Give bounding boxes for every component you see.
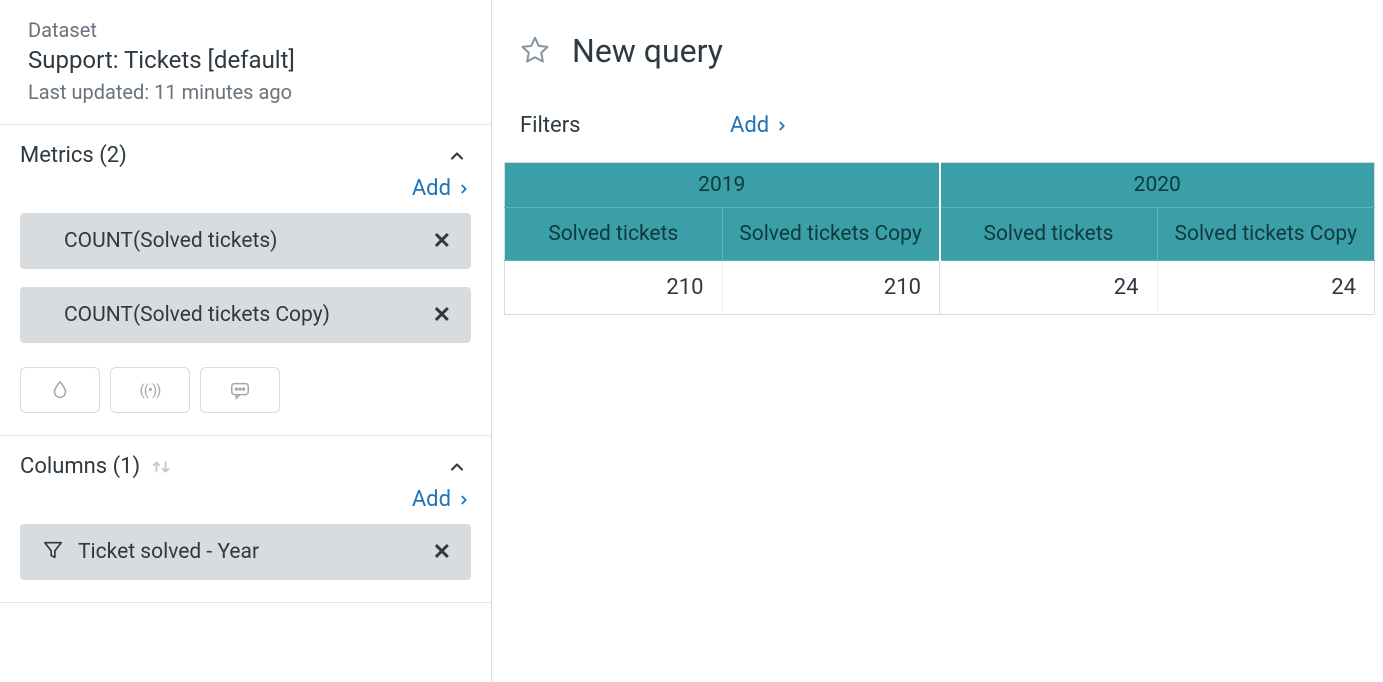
- comment-button[interactable]: [200, 367, 280, 413]
- query-title[interactable]: New query: [572, 32, 723, 70]
- chevron-right-icon: [457, 182, 471, 196]
- funnel-icon: [42, 539, 64, 565]
- comment-icon: [229, 379, 251, 401]
- column-chip[interactable]: Ticket solved - Year ✕: [20, 524, 471, 580]
- metrics-collapse-toggle[interactable]: [443, 146, 471, 166]
- metric-chip[interactable]: COUNT(Solved tickets Copy) ✕: [20, 287, 471, 343]
- close-icon[interactable]: ✕: [433, 540, 451, 565]
- table-row: 210 210 24 24: [505, 261, 1375, 315]
- chevron-right-icon: [775, 119, 789, 133]
- dataset-label: Dataset: [28, 18, 467, 42]
- table-cell: 24: [1157, 261, 1375, 315]
- droplet-icon: [49, 379, 71, 401]
- table-cell: 210: [722, 261, 940, 315]
- column-chip-label: Ticket solved - Year: [78, 540, 259, 564]
- columns-collapse-toggle[interactable]: [443, 457, 471, 477]
- chevron-right-icon: [457, 493, 471, 507]
- swap-icon[interactable]: [150, 456, 172, 478]
- metric-chip-label: COUNT(Solved tickets Copy): [42, 303, 330, 327]
- add-label: Add: [412, 487, 451, 512]
- results-table: 2019 2020 Solved tickets Solved tickets …: [504, 162, 1375, 315]
- add-label: Add: [412, 176, 451, 201]
- close-icon[interactable]: ✕: [433, 303, 451, 328]
- table-sub-header: Solved tickets: [940, 208, 1158, 261]
- filters-label: Filters: [520, 113, 730, 138]
- droplet-button[interactable]: [20, 367, 100, 413]
- metrics-title: Metrics (2): [20, 143, 127, 168]
- columns-section: Columns (1) Add: [0, 436, 491, 603]
- table-year-header: 2020: [940, 163, 1375, 208]
- table-year-header: 2019: [505, 163, 940, 208]
- chevron-up-icon: [447, 146, 467, 166]
- close-icon[interactable]: ✕: [433, 229, 451, 254]
- metrics-add-button[interactable]: Add: [412, 176, 471, 201]
- add-label: Add: [730, 113, 769, 138]
- star-icon[interactable]: [520, 34, 550, 68]
- columns-add-button[interactable]: Add: [412, 487, 471, 512]
- dataset-block: Dataset Support: Tickets [default] Last …: [0, 0, 491, 125]
- metric-chip[interactable]: COUNT(Solved tickets) ✕: [20, 213, 471, 269]
- metric-chip-label: COUNT(Solved tickets): [42, 229, 277, 253]
- chevron-up-icon: [447, 457, 467, 477]
- dataset-name[interactable]: Support: Tickets [default]: [28, 46, 467, 74]
- table-sub-header: Solved tickets Copy: [722, 208, 940, 261]
- table-sub-header: Solved tickets: [505, 208, 723, 261]
- dataset-updated: Last updated: 11 minutes ago: [28, 80, 467, 104]
- main-panel: New query Filters Add 2019 2020 Solved t…: [492, 0, 1383, 682]
- table-cell: 24: [940, 261, 1158, 315]
- metrics-section: Metrics (2) Add COUNT(Solved tickets) ✕ …: [0, 125, 491, 436]
- signal-icon: ((•)): [140, 381, 161, 399]
- signal-button[interactable]: ((•)): [110, 367, 190, 413]
- filters-add-button[interactable]: Add: [730, 113, 789, 138]
- table-sub-header: Solved tickets Copy: [1157, 208, 1375, 261]
- table-cell: 210: [505, 261, 723, 315]
- columns-title: Columns (1): [20, 454, 140, 479]
- sidebar: Dataset Support: Tickets [default] Last …: [0, 0, 492, 682]
